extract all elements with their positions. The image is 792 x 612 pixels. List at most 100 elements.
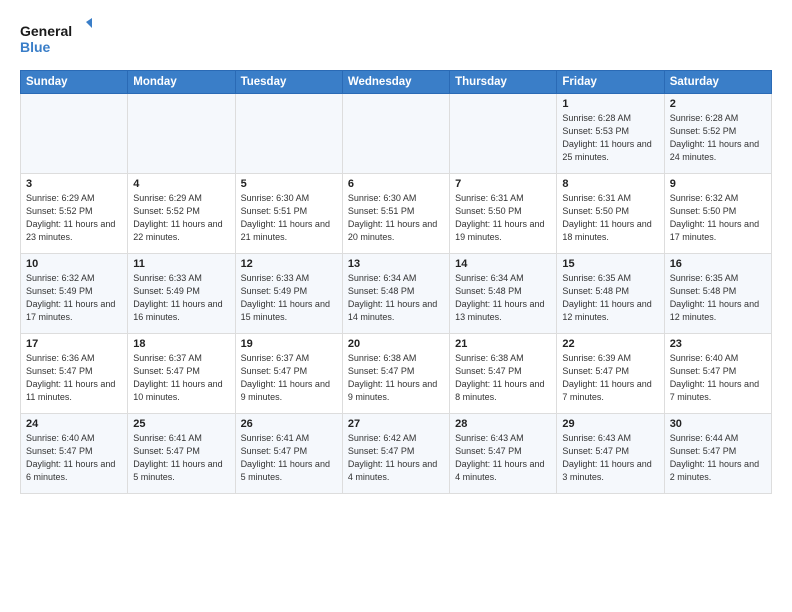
day-number: 11	[133, 258, 229, 270]
day-cell: 28 Sunrise: 6:43 AM Sunset: 5:47 PM Dayli…	[450, 414, 557, 494]
col-header-sunday: Sunday	[21, 71, 128, 94]
day-number: 2	[670, 98, 766, 110]
day-number: 28	[455, 418, 551, 430]
day-cell: 16Sunrise: 6:35 AM Sunset: 5:48 PM Dayli…	[664, 254, 771, 334]
day-number: 24	[26, 418, 122, 430]
day-number: 13	[348, 258, 444, 270]
day-number: 10	[26, 258, 122, 270]
day-info: Sunrise: 6:38 AM Sunset: 5:47 PM Dayligh…	[455, 352, 551, 404]
week-row-2: 3 Sunrise: 6:29 AM Sunset: 5:52 PM Daylig…	[21, 174, 772, 254]
day-info: Sunrise: 6:28 AM Sunset: 5:52 PM Dayligh…	[670, 112, 766, 164]
day-cell: 12 Sunrise: 6:33 AM Sunset: 5:49 PM Dayli…	[235, 254, 342, 334]
header: General Blue	[20, 18, 772, 60]
day-number: 30	[670, 418, 766, 430]
day-cell: 18Sunrise: 6:37 AM Sunset: 5:47 PM Dayli…	[128, 334, 235, 414]
day-cell: 25Sunrise: 6:41 AM Sunset: 5:47 PM Dayli…	[128, 414, 235, 494]
day-number: 27	[348, 418, 444, 430]
day-number: 12	[241, 258, 337, 270]
day-cell: 13 Sunrise: 6:34 AM Sunset: 5:48 PM Dayli…	[342, 254, 449, 334]
day-cell: 30 Sunrise: 6:44 AM Sunset: 5:47 PM Dayli…	[664, 414, 771, 494]
day-info: Sunrise: 6:43 AM Sunset: 5:47 PM Dayligh…	[455, 432, 551, 484]
col-header-wednesday: Wednesday	[342, 71, 449, 94]
logo: General Blue	[20, 18, 92, 60]
day-cell	[21, 94, 128, 174]
day-info: Sunrise: 6:35 AM Sunset: 5:48 PM Dayligh…	[562, 272, 658, 324]
day-info: Sunrise: 6:35 AM Sunset: 5:48 PM Dayligh…	[670, 272, 766, 324]
day-info: Sunrise: 6:38 AM Sunset: 5:47 PM Dayligh…	[348, 352, 444, 404]
day-info: Sunrise: 6:30 AM Sunset: 5:51 PM Dayligh…	[348, 192, 444, 244]
day-info: Sunrise: 6:30 AM Sunset: 5:51 PM Dayligh…	[241, 192, 337, 244]
day-number: 14	[455, 258, 551, 270]
calendar-table: SundayMondayTuesdayWednesdayThursdayFrid…	[20, 70, 772, 494]
svg-text:Blue: Blue	[20, 39, 51, 55]
day-info: Sunrise: 6:43 AM Sunset: 5:47 PM Dayligh…	[562, 432, 658, 484]
day-number: 6	[348, 178, 444, 190]
day-number: 22	[562, 338, 658, 350]
day-number: 26	[241, 418, 337, 430]
day-cell: 19Sunrise: 6:37 AM Sunset: 5:47 PM Dayli…	[235, 334, 342, 414]
day-number: 18	[133, 338, 229, 350]
day-cell	[342, 94, 449, 174]
day-cell	[128, 94, 235, 174]
col-header-monday: Monday	[128, 71, 235, 94]
day-info: Sunrise: 6:41 AM Sunset: 5:47 PM Dayligh…	[241, 432, 337, 484]
day-number: 17	[26, 338, 122, 350]
day-info: Sunrise: 6:44 AM Sunset: 5:47 PM Dayligh…	[670, 432, 766, 484]
day-info: Sunrise: 6:41 AM Sunset: 5:47 PM Dayligh…	[133, 432, 229, 484]
day-info: Sunrise: 6:33 AM Sunset: 5:49 PM Dayligh…	[241, 272, 337, 324]
week-row-5: 24 Sunrise: 6:40 AM Sunset: 5:47 PM Dayli…	[21, 414, 772, 494]
page: General Blue SundayMondayTuesdayWednesda…	[0, 0, 792, 508]
day-number: 1	[562, 98, 658, 110]
day-cell: 8 Sunrise: 6:31 AM Sunset: 5:50 PM Daylig…	[557, 174, 664, 254]
day-number: 7	[455, 178, 551, 190]
day-info: Sunrise: 6:37 AM Sunset: 5:47 PM Dayligh…	[241, 352, 337, 404]
col-header-thursday: Thursday	[450, 71, 557, 94]
day-cell: 21Sunrise: 6:38 AM Sunset: 5:47 PM Dayli…	[450, 334, 557, 414]
day-info: Sunrise: 6:32 AM Sunset: 5:50 PM Dayligh…	[670, 192, 766, 244]
col-header-friday: Friday	[557, 71, 664, 94]
day-cell: 23 Sunrise: 6:40 AM Sunset: 5:47 PM Dayli…	[664, 334, 771, 414]
logo-svg: General Blue	[20, 18, 92, 60]
col-header-saturday: Saturday	[664, 71, 771, 94]
day-info: Sunrise: 6:29 AM Sunset: 5:52 PM Dayligh…	[26, 192, 122, 244]
week-row-3: 10 Sunrise: 6:32 AM Sunset: 5:49 PM Dayli…	[21, 254, 772, 334]
day-number: 8	[562, 178, 658, 190]
day-cell: 20 Sunrise: 6:38 AM Sunset: 5:47 PM Dayli…	[342, 334, 449, 414]
day-cell: 15 Sunrise: 6:35 AM Sunset: 5:48 PM Dayli…	[557, 254, 664, 334]
week-row-1: 1 Sunrise: 6:28 AM Sunset: 5:53 PM Daylig…	[21, 94, 772, 174]
day-info: Sunrise: 6:29 AM Sunset: 5:52 PM Dayligh…	[133, 192, 229, 244]
day-info: Sunrise: 6:32 AM Sunset: 5:49 PM Dayligh…	[26, 272, 122, 324]
day-number: 20	[348, 338, 444, 350]
day-cell: 17Sunrise: 6:36 AM Sunset: 5:47 PM Dayli…	[21, 334, 128, 414]
day-info: Sunrise: 6:28 AM Sunset: 5:53 PM Dayligh…	[562, 112, 658, 164]
day-cell	[235, 94, 342, 174]
day-info: Sunrise: 6:40 AM Sunset: 5:47 PM Dayligh…	[670, 352, 766, 404]
day-number: 9	[670, 178, 766, 190]
day-info: Sunrise: 6:31 AM Sunset: 5:50 PM Dayligh…	[562, 192, 658, 244]
week-row-4: 17Sunrise: 6:36 AM Sunset: 5:47 PM Dayli…	[21, 334, 772, 414]
day-cell: 3 Sunrise: 6:29 AM Sunset: 5:52 PM Daylig…	[21, 174, 128, 254]
day-cell: 22 Sunrise: 6:39 AM Sunset: 5:47 PM Dayli…	[557, 334, 664, 414]
day-cell: 7 Sunrise: 6:31 AM Sunset: 5:50 PM Daylig…	[450, 174, 557, 254]
day-info: Sunrise: 6:39 AM Sunset: 5:47 PM Dayligh…	[562, 352, 658, 404]
day-info: Sunrise: 6:34 AM Sunset: 5:48 PM Dayligh…	[348, 272, 444, 324]
day-number: 3	[26, 178, 122, 190]
day-info: Sunrise: 6:40 AM Sunset: 5:47 PM Dayligh…	[26, 432, 122, 484]
svg-text:General: General	[20, 23, 72, 39]
day-cell: 24 Sunrise: 6:40 AM Sunset: 5:47 PM Dayli…	[21, 414, 128, 494]
day-cell	[450, 94, 557, 174]
day-number: 23	[670, 338, 766, 350]
day-number: 15	[562, 258, 658, 270]
day-info: Sunrise: 6:34 AM Sunset: 5:48 PM Dayligh…	[455, 272, 551, 324]
day-info: Sunrise: 6:33 AM Sunset: 5:49 PM Dayligh…	[133, 272, 229, 324]
day-cell: 10 Sunrise: 6:32 AM Sunset: 5:49 PM Dayli…	[21, 254, 128, 334]
day-cell: 1 Sunrise: 6:28 AM Sunset: 5:53 PM Daylig…	[557, 94, 664, 174]
day-info: Sunrise: 6:31 AM Sunset: 5:50 PM Dayligh…	[455, 192, 551, 244]
day-cell: 27Sunrise: 6:42 AM Sunset: 5:47 PM Dayli…	[342, 414, 449, 494]
day-number: 4	[133, 178, 229, 190]
day-cell: 26 Sunrise: 6:41 AM Sunset: 5:47 PM Dayli…	[235, 414, 342, 494]
day-number: 5	[241, 178, 337, 190]
day-cell: 2 Sunrise: 6:28 AM Sunset: 5:52 PM Daylig…	[664, 94, 771, 174]
day-cell: 4 Sunrise: 6:29 AM Sunset: 5:52 PM Daylig…	[128, 174, 235, 254]
day-cell: 29Sunrise: 6:43 AM Sunset: 5:47 PM Dayli…	[557, 414, 664, 494]
